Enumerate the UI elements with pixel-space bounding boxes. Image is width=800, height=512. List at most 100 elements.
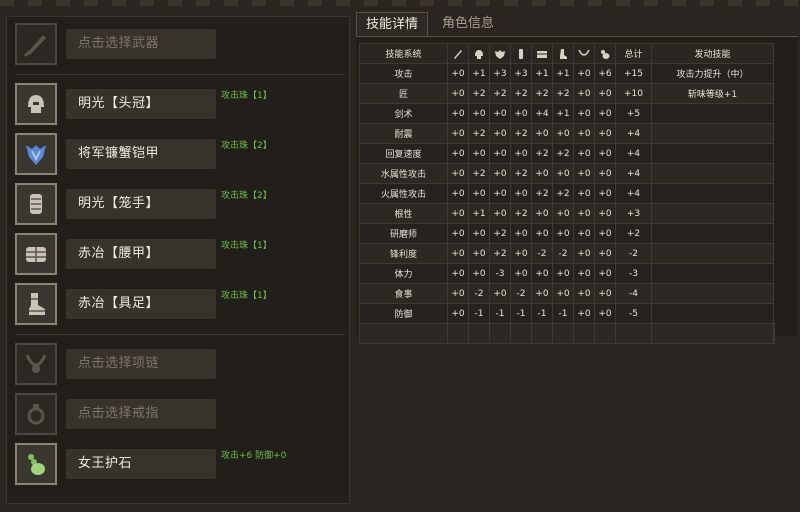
- slot-note: 攻击珠【2】: [221, 141, 272, 151]
- skill-name-cell: 水属性攻击: [359, 163, 448, 184]
- skill-value-cell: +2: [489, 83, 511, 104]
- slot-note: 攻击珠【1】: [221, 241, 272, 251]
- slot-legs[interactable]: 赤冶【具足】 攻击珠【1】: [15, 283, 345, 327]
- slot-charm[interactable]: 女王护石 攻击+6 防御+0: [15, 443, 345, 487]
- header-necklace: [573, 43, 595, 64]
- charm-equip-button[interactable]: 女王护石: [66, 449, 216, 479]
- skill-value-cell: +0: [531, 163, 553, 184]
- necklace-icon: [578, 48, 590, 60]
- skill-value-cell: +0: [573, 83, 595, 104]
- skill-value-cell: +0: [573, 123, 595, 144]
- empty-cell: [359, 323, 448, 344]
- table-row: 耐震 +0 +2 +0 +2 +0 +0 +0 +0 +4: [359, 123, 775, 144]
- empty-cell: [573, 323, 595, 344]
- slot-arms[interactable]: 明光【笼手】 攻击珠【2】: [15, 183, 345, 227]
- skill-value-cell: +0: [552, 203, 574, 224]
- active-skill-cell: 斩味等级+1: [651, 83, 774, 104]
- skill-name-cell: 食事: [359, 283, 448, 304]
- skill-value-cell: +0: [573, 143, 595, 164]
- table-row: 剑术 +0 +0 +0 +0 +4 +1 +0 +0 +5: [359, 103, 775, 124]
- skill-value-cell: +0: [594, 223, 616, 244]
- skill-value-cell: +2: [468, 123, 490, 144]
- skill-value-cell: +0: [573, 263, 595, 284]
- header-charm: [594, 43, 616, 64]
- skill-total-cell: +2: [615, 223, 652, 244]
- skill-value-cell: +0: [489, 203, 511, 224]
- skill-value-cell: +0: [447, 203, 469, 224]
- skill-value-cell: +0: [447, 303, 469, 324]
- gauntlet-icon: [515, 48, 527, 60]
- empty-cell: [489, 323, 511, 344]
- skill-value-cell: -1: [510, 303, 532, 324]
- skill-value-cell: +0: [573, 223, 595, 244]
- skill-value-cell: +0: [447, 123, 469, 144]
- slot-weapon[interactable]: 点击选择武器: [15, 23, 345, 67]
- header-weapon: [447, 43, 469, 64]
- table-row: 回复速度 +0 +0 +0 +0 +2 +2 +0 +0 +4: [359, 143, 775, 164]
- skill-name-cell: 防御: [359, 303, 448, 324]
- chest-equip-button[interactable]: 将军镰蟹铠甲: [66, 139, 216, 169]
- slot-ring[interactable]: 点击选择戒指: [15, 393, 345, 437]
- skill-value-cell: +0: [447, 63, 469, 84]
- tab-skill-details[interactable]: 技能详情: [356, 12, 428, 37]
- select-necklace-button[interactable]: 点击选择项链: [66, 349, 216, 379]
- header-helm: [468, 43, 490, 64]
- skill-total-cell: +3: [615, 203, 652, 224]
- select-ring-button[interactable]: 点击选择戒指: [66, 399, 216, 429]
- arms-equip-button[interactable]: 明光【笼手】: [66, 189, 216, 219]
- skill-value-cell: +3: [489, 63, 511, 84]
- header-skill-system: 技能系统: [359, 43, 448, 64]
- skill-value-cell: +0: [468, 223, 490, 244]
- skill-total-cell: -5: [615, 303, 652, 324]
- skill-value-cell: +0: [594, 143, 616, 164]
- slot-waist[interactable]: 赤冶【腰甲】 攻击珠【1】: [15, 233, 345, 277]
- skill-value-cell: -2: [468, 283, 490, 304]
- empty-cell: [651, 323, 774, 344]
- slot-helm[interactable]: 明光【头冠】 攻击珠【1】: [15, 83, 345, 127]
- slot-chest[interactable]: 将军镰蟹铠甲 攻击珠【2】: [15, 133, 345, 177]
- header-legs: [552, 43, 574, 64]
- skill-total-cell: +15: [615, 63, 652, 84]
- waist-armor-icon: [15, 233, 57, 275]
- skill-value-cell: +6: [594, 63, 616, 84]
- active-skill-cell: [651, 243, 774, 264]
- skill-value-cell: +0: [447, 223, 469, 244]
- leg-armor-icon: [15, 283, 57, 325]
- header-active-skill: 发动技能: [651, 43, 774, 64]
- active-skill-cell: [651, 283, 774, 304]
- helm-equip-button[interactable]: 明光【头冠】: [66, 89, 216, 119]
- header-total: 总计: [615, 43, 652, 64]
- skill-value-cell: -1: [531, 303, 553, 324]
- weapon-icon: [15, 23, 57, 65]
- skill-value-cell: +0: [594, 203, 616, 224]
- skill-value-cell: +0: [531, 203, 553, 224]
- table-row: 匠 +0 +2 +2 +2 +2 +2 +0 +0 +10 斩味等级+1: [359, 83, 775, 104]
- skill-value-cell: +0: [447, 183, 469, 204]
- active-skill-cell: [651, 183, 774, 204]
- slot-necklace[interactable]: 点击选择项链: [15, 343, 345, 387]
- skill-name-cell: 剑术: [359, 103, 448, 124]
- skill-value-cell: +0: [531, 223, 553, 244]
- tab-character-info[interactable]: 角色信息: [432, 12, 504, 37]
- skill-value-cell: +0: [468, 243, 490, 264]
- header-waist: [531, 43, 553, 64]
- legs-equip-button[interactable]: 赤冶【具足】: [66, 289, 216, 319]
- active-skill-cell: [651, 143, 774, 164]
- skill-value-cell: +0: [447, 163, 469, 184]
- skill-value-cell: +2: [531, 143, 553, 164]
- skill-value-cell: +0: [510, 243, 532, 264]
- skill-value-cell: +0: [531, 123, 553, 144]
- leg-armor-icon: [557, 48, 569, 60]
- empty-cell: [510, 323, 532, 344]
- waist-equip-button[interactable]: 赤冶【腰甲】: [66, 239, 216, 269]
- table-row: 锋利度 +0 +0 +2 +0 -2 -2 +0 +0 -2: [359, 243, 775, 264]
- skill-value-cell: +0: [594, 243, 616, 264]
- skill-value-cell: +0: [552, 263, 574, 284]
- skill-table: 技能系统 总计 发动技能 攻击 +0 +1 +3 +3 +1 +1 +0 +6 +15 攻击力提升（…: [359, 43, 775, 344]
- skill-value-cell: +4: [531, 103, 553, 124]
- skill-value-cell: -2: [531, 243, 553, 264]
- select-weapon-button[interactable]: 点击选择武器: [66, 29, 216, 59]
- skill-value-cell: +0: [489, 163, 511, 184]
- skill-value-cell: +2: [489, 243, 511, 264]
- table-header-row: 技能系统 总计 发动技能: [359, 43, 775, 64]
